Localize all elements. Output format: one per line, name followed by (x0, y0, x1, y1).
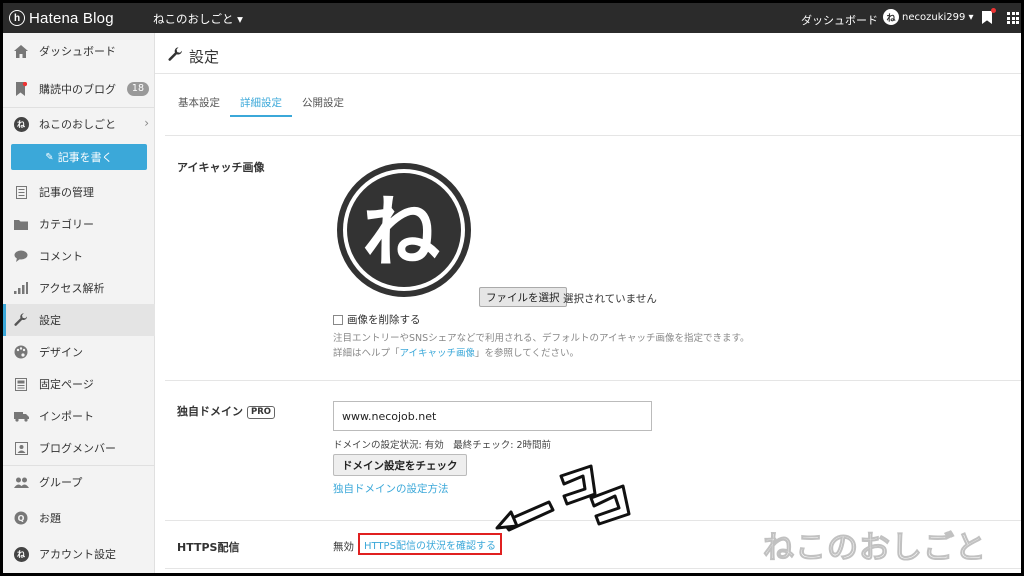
logo-text: Hatena Blog (29, 9, 114, 27)
blog-avatar: ね (13, 116, 29, 132)
custom-domain-input[interactable] (333, 401, 652, 431)
sidebar-item-static-pages[interactable]: 固定ページ (3, 368, 155, 400)
sidebar-item-settings[interactable]: 設定 (3, 304, 155, 336)
settings-tabs: 基本設定 詳細設定 公開設定 (169, 91, 354, 117)
sidebar-item-analytics[interactable]: アクセス解析 (3, 272, 155, 304)
eyecatch-image: ね (337, 163, 471, 297)
tab-publish[interactable]: 公開設定 (292, 91, 354, 117)
blog-switcher[interactable]: ねこのおしごと ▾ (153, 11, 243, 27)
sidebar-item-blog[interactable]: ね ねこのおしごと › (3, 108, 155, 140)
delete-image-checkbox[interactable]: 画像を削除する (333, 312, 421, 327)
home-icon (13, 43, 29, 59)
page-icon (13, 376, 29, 392)
chevron-right-icon: › (144, 116, 149, 130)
sidebar-item-themes[interactable]: Q お題 (3, 502, 155, 534)
hatena-logo-icon: h (9, 10, 25, 26)
sidebar-item-import[interactable]: インポート (3, 400, 155, 432)
dashboard-link[interactable]: ダッシュボード (801, 12, 878, 28)
truck-icon (13, 408, 29, 424)
sidebar-item-label: グループ (39, 476, 83, 489)
members-icon (13, 440, 29, 456)
sidebar-item-label: 購読中のブログ (39, 83, 116, 96)
app-grid-icon[interactable] (1007, 12, 1019, 24)
account-icon: ね (13, 546, 29, 562)
username: necozuki299 ▾ (902, 11, 974, 23)
eyecatch-help-link[interactable]: アイキャッチ画像 (400, 348, 476, 359)
https-status-link[interactable]: HTTPS配信の状況を確認する (358, 533, 502, 555)
bar-chart-icon (13, 280, 29, 296)
eyecatch-help-link-line: 詳細はヘルプ「アイキャッチ画像」を参照してください。 (333, 348, 579, 359)
sidebar-item-label: デザイン (39, 346, 83, 359)
sidebar-item-account[interactable]: ね アカウント設定 (3, 538, 155, 570)
notification-bookmark-icon[interactable] (982, 11, 992, 24)
palette-icon (13, 344, 29, 360)
sidebar-item-categories[interactable]: カテゴリー (3, 208, 155, 240)
sidebar-item-entries[interactable]: 記事の管理 (3, 176, 155, 208)
divider (165, 135, 1021, 136)
browser-viewport: h Hatena Blog ねこのおしごと ▾ ダッシュボード ね necozu… (3, 3, 1021, 573)
sidebar-item-label: 固定ページ (39, 378, 94, 391)
user-avatar: ね (883, 9, 899, 25)
check-domain-button[interactable]: ドメイン設定をチェック (333, 454, 467, 476)
pro-badge: PRO (247, 405, 276, 419)
global-header: h Hatena Blog ねこのおしごと ▾ ダッシュボード ね necozu… (3, 3, 1021, 33)
sidebar-item-dashboard[interactable]: ダッシュボード (3, 35, 155, 67)
wrench-icon (168, 47, 183, 66)
divider (165, 568, 1021, 569)
page-title: 設定 (168, 46, 219, 67)
edit-icon: ✎ (45, 151, 54, 163)
file-status: 選択されていません (563, 293, 657, 305)
eyecatch-label: アイキャッチ画像 (177, 161, 265, 174)
eyecatch-help: 注目エントリーやSNSシェアなどで利用される、デフォルトのアイキャッチ画像を指定… (333, 333, 750, 344)
hatena-blog-logo[interactable]: h Hatena Blog (9, 9, 114, 27)
https-status-value: 無効 (333, 541, 354, 553)
write-entry-button[interactable]: ✎ 記事を書く (11, 144, 147, 170)
sidebar-item-label: ダッシュボード (39, 45, 116, 58)
checkbox-box[interactable] (333, 314, 343, 325)
divider (165, 380, 1021, 381)
divider (155, 73, 1021, 74)
domain-status: ドメインの設定状況: 有効 最終チェック: 2時間前 (333, 440, 551, 451)
sidebar-item-label: 設定 (39, 314, 61, 327)
sidebar-item-design[interactable]: デザイン (3, 336, 155, 368)
sidebar: ダッシュボード 購読中のブログ 18 ね ねこのおしごと › ✎ 記事を書く 記… (3, 33, 155, 573)
unread-count-badge: 18 (126, 82, 149, 96)
svg-text:ね: ね (362, 188, 440, 278)
document-icon (13, 184, 29, 200)
sidebar-item-label: インポート (39, 410, 94, 423)
sidebar-item-label: カテゴリー (39, 218, 94, 231)
custom-domain-label: 独自ドメイン PRO (177, 403, 276, 419)
domain-howto-link[interactable]: 独自ドメインの設定方法 (333, 481, 449, 496)
notification-dot (991, 8, 996, 13)
sidebar-item-label: ブログメンバー (39, 442, 116, 455)
sidebar-item-label: アカウント設定 (39, 548, 116, 561)
watermark-text: ねこのおしごと (763, 530, 987, 567)
sidebar-item-label: 記事の管理 (39, 186, 94, 199)
comment-icon (13, 248, 29, 264)
sidebar-item-label: アクセス解析 (39, 282, 105, 295)
sidebar-item-groups[interactable]: グループ (3, 466, 155, 498)
tab-advanced[interactable]: 詳細設定 (230, 91, 292, 117)
tab-basic[interactable]: 基本設定 (169, 91, 230, 117)
group-icon (13, 474, 29, 490)
sidebar-item-subscriptions[interactable]: 購読中のブログ 18 (3, 73, 155, 105)
wrench-icon (13, 312, 29, 328)
svg-text:Q: Q (18, 514, 25, 523)
annotation-arrow-icon (495, 464, 631, 532)
https-label: HTTPS配信 (177, 541, 240, 554)
sidebar-item-comments[interactable]: コメント (3, 240, 155, 272)
sidebar-item-label: ねこのおしごと (39, 118, 116, 131)
sidebar-item-members[interactable]: ブログメンバー (3, 432, 155, 464)
folder-icon (13, 216, 29, 232)
theme-icon: Q (13, 510, 29, 526)
user-menu[interactable]: ね necozuki299 ▾ (883, 9, 974, 25)
sidebar-item-label: コメント (39, 250, 83, 263)
bookmark-icon (13, 81, 29, 97)
choose-file-button[interactable]: ファイルを選択 (479, 287, 567, 307)
sidebar-item-label: お題 (39, 512, 61, 525)
